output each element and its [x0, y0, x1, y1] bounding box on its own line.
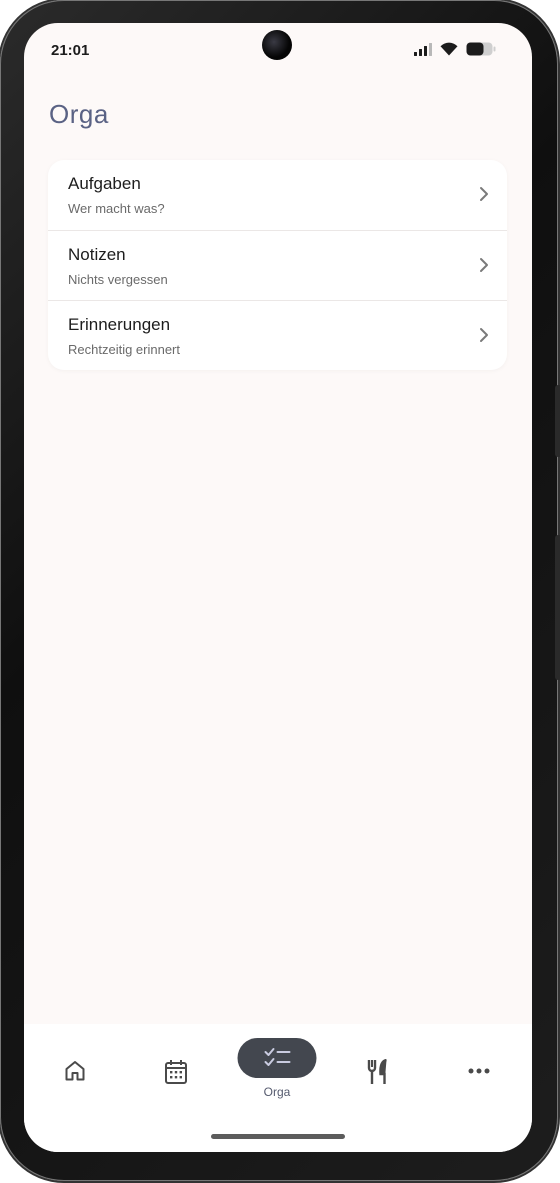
nav-item-more[interactable]	[428, 1024, 530, 1134]
active-nav-pill	[237, 1038, 317, 1078]
menu-item-title: Notizen	[68, 245, 126, 264]
checklist-icon	[264, 1048, 291, 1066]
status-time: 21:01	[51, 42, 90, 59]
nav-item-orga[interactable]: Orga	[226, 1024, 328, 1134]
menu-item-erinnerungen[interactable]: Erinnerungen Rechtzeitig erinnert	[48, 300, 507, 370]
menu-item-aufgaben[interactable]: Aufgaben Wer macht was?	[48, 160, 507, 230]
menu-item-title: Erinnerungen	[68, 315, 171, 334]
bottom-navigation: Orga	[24, 1024, 532, 1152]
menu-item-notizen[interactable]: Notizen Nichts vergessen	[48, 230, 507, 300]
power-button	[555, 535, 560, 680]
utensils-icon	[367, 1059, 387, 1084]
chevron-right-icon	[480, 328, 488, 342]
menu-item-title: Aufgaben	[68, 174, 141, 193]
menu-item-subtitle: Nichts vergessen	[68, 272, 168, 287]
phone-frame: 21:01 Orga Aufgaben Wer macht was? Notiz…	[0, 0, 560, 1181]
battery-icon	[466, 42, 496, 56]
volume-button	[555, 385, 560, 457]
more-icon	[468, 1068, 490, 1074]
wifi-icon	[440, 42, 458, 56]
status-icons	[414, 42, 496, 56]
screen: 21:01 Orga Aufgaben Wer macht was? Notiz…	[24, 23, 532, 1152]
menu-item-subtitle: Rechtzeitig erinnert	[68, 342, 180, 357]
home-icon	[65, 1061, 85, 1081]
home-indicator	[211, 1134, 345, 1139]
nav-label-orga: Orga	[263, 1085, 291, 1099]
nav-item-home[interactable]	[24, 1024, 126, 1134]
signal-icon	[414, 42, 432, 56]
chevron-right-icon	[480, 258, 488, 272]
nav-item-calendar[interactable]	[125, 1024, 227, 1134]
chevron-right-icon	[480, 187, 488, 201]
page-title: Orga	[49, 99, 109, 129]
camera-cutout	[262, 30, 292, 60]
menu-card: Aufgaben Wer macht was? Notizen Nichts v…	[48, 160, 507, 370]
menu-item-subtitle: Wer macht was?	[68, 201, 165, 216]
nav-item-recipes[interactable]	[327, 1024, 429, 1134]
calendar-icon	[165, 1060, 187, 1084]
status-bar: 21:01	[24, 23, 532, 79]
